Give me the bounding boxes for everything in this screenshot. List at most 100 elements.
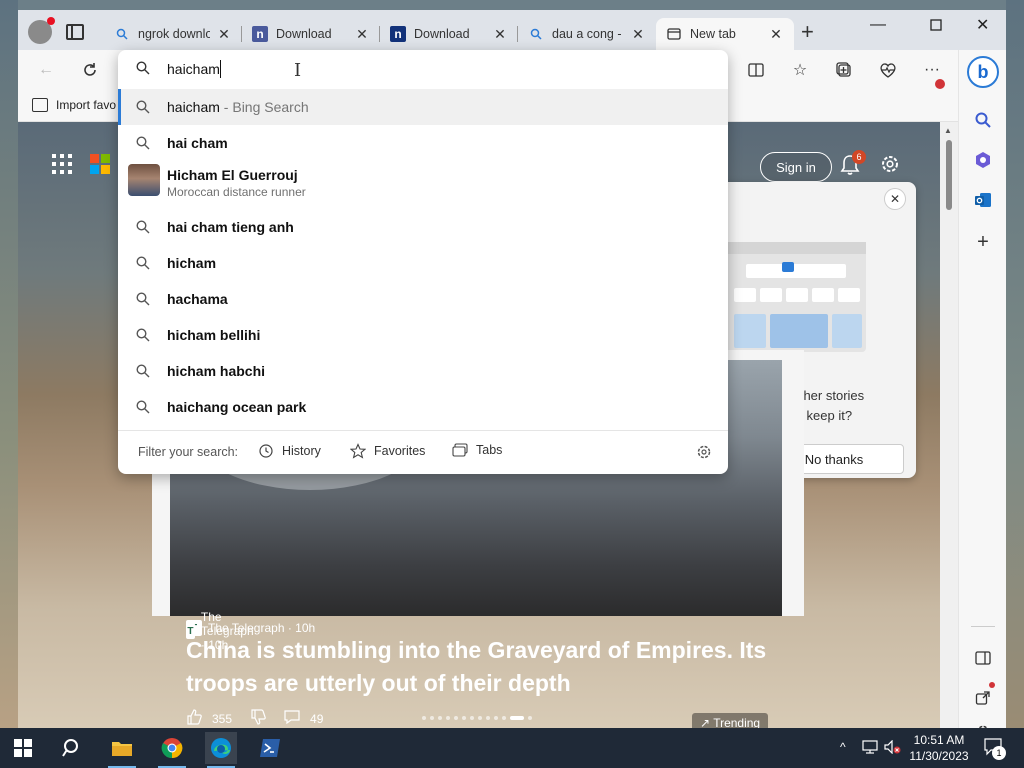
entity-avatar	[128, 164, 160, 196]
chrome-icon[interactable]	[156, 732, 188, 768]
tab-title: New tab	[690, 27, 736, 41]
new-tab-icon	[666, 26, 682, 42]
sidebar-search-icon[interactable]	[971, 108, 995, 132]
tab-close-icon[interactable]: ✕	[630, 26, 646, 43]
tab-dau-a-cong[interactable]: dau a cong - ✕	[518, 18, 656, 50]
page-scrollbar[interactable]: ▲	[940, 122, 958, 728]
tab-download-2[interactable]: n Download ✕	[380, 18, 518, 50]
add-sidebar-app-icon[interactable]: +	[971, 230, 995, 254]
suggestion-item[interactable]: hai cham tieng anh	[118, 209, 728, 245]
tab-close-icon[interactable]: ✕	[216, 26, 232, 43]
suggestion-text: hicham habchi	[167, 363, 266, 379]
favorites-icon[interactable]: ☆	[790, 60, 810, 80]
address-bar-dropdown: haicham I haicham - Bing Search hai cham…	[118, 50, 728, 474]
article-headline[interactable]: China is stumbling into the Graveyard of…	[186, 634, 776, 700]
copilot-icon[interactable]	[971, 148, 995, 172]
search-icon	[136, 400, 150, 419]
tab-title: Download	[276, 27, 332, 41]
suggestion-subtitle: Moroccan distance runner	[167, 185, 306, 199]
app-launcher-icon[interactable]	[52, 154, 72, 174]
suggestion-item[interactable]: hai cham	[118, 125, 728, 161]
feed-illustration-image	[726, 242, 866, 352]
search-icon	[528, 26, 544, 42]
tab-download-1[interactable]: n Download ✕	[242, 18, 380, 50]
carousel-dots[interactable]	[422, 716, 532, 720]
like-count: 355	[212, 711, 233, 726]
comment-count: 49	[310, 711, 324, 726]
new-tab-button[interactable]: +	[801, 21, 814, 43]
microsoft-logo-icon	[90, 154, 110, 174]
scrollbar-thumb[interactable]	[946, 140, 952, 210]
desktop-wallpaper-right	[1006, 0, 1024, 728]
split-screen-icon[interactable]	[746, 60, 766, 80]
filter-tabs-button[interactable]: Tabs	[452, 443, 502, 457]
text-cursor-icon: I	[294, 60, 302, 81]
action-center-badge: 1	[992, 746, 1006, 760]
refresh-icon[interactable]	[80, 60, 100, 80]
tab-title: ngrok downlo	[138, 27, 210, 41]
taskbar-search-icon[interactable]	[56, 732, 88, 764]
suggestion-entity[interactable]: Hicham El Guerrouj Moroccan distance run…	[118, 161, 728, 205]
search-icon	[136, 220, 150, 239]
desktop-wallpaper-left	[0, 0, 18, 728]
tabs-icon	[452, 443, 468, 457]
windows-start-icon[interactable]	[14, 739, 32, 757]
file-explorer-icon[interactable]	[106, 732, 138, 768]
volume-muted-icon[interactable]	[884, 739, 902, 757]
edge-icon[interactable]	[205, 732, 237, 768]
hide-sidebar-icon[interactable]	[971, 646, 995, 670]
profile-icon[interactable]	[28, 17, 55, 44]
tab-ngrok[interactable]: ngrok downlo ✕	[104, 18, 242, 50]
article-reactions: 355 49	[186, 709, 323, 728]
suggestion-item[interactable]: haicham - Bing Search	[118, 89, 728, 125]
minimize-icon[interactable]: —	[870, 16, 886, 34]
suggestion-text: Hicham El Guerrouj	[167, 167, 298, 183]
suggestion-text: hai cham tieng anh	[167, 219, 294, 235]
search-icon	[114, 26, 130, 42]
sign-in-button[interactable]: Sign in	[760, 152, 832, 182]
powershell-icon[interactable]	[254, 732, 286, 764]
suggestion-item[interactable]: hicham	[118, 245, 728, 281]
external-link-icon[interactable]	[971, 686, 995, 710]
maximize-icon[interactable]	[930, 18, 942, 36]
show-hidden-icons[interactable]: ^	[840, 740, 846, 754]
tab-close-icon[interactable]: ✕	[492, 26, 508, 43]
thumbs-up-icon[interactable]	[186, 709, 202, 728]
comment-icon[interactable]	[284, 710, 300, 727]
filter-history-button[interactable]: History	[258, 443, 321, 459]
scroll-up-icon[interactable]: ▲	[944, 126, 952, 135]
suggestion-item[interactable]: hachama	[118, 281, 728, 317]
back-icon[interactable]: ←	[36, 60, 56, 80]
tab-actions-icon[interactable]	[66, 24, 84, 40]
address-bar[interactable]: haicham I	[118, 50, 728, 88]
tab-close-icon[interactable]: ✕	[768, 26, 784, 43]
clock-time: 10:51 AM	[913, 733, 965, 747]
suggestion-item[interactable]: haichang ocean park	[118, 389, 728, 425]
sidebar-settings-icon[interactable]	[971, 720, 995, 728]
system-clock[interactable]: 10:51 AM 11/30/2023	[904, 732, 974, 764]
history-icon	[259, 444, 273, 458]
popup-close-icon[interactable]: ✕	[884, 188, 906, 210]
network-icon[interactable]	[862, 740, 878, 757]
suggestion-text: haichang ocean park	[167, 399, 307, 415]
suggestion-item[interactable]: hicham bellihi	[118, 317, 728, 353]
n-logo-icon: n	[252, 26, 268, 42]
browser-essentials-icon[interactable]	[878, 60, 898, 80]
tab-title: dau a cong -	[552, 27, 622, 41]
search-icon	[136, 364, 150, 383]
collections-icon[interactable]	[834, 60, 854, 80]
tab-close-icon[interactable]: ✕	[354, 26, 370, 43]
thumbs-down-icon[interactable]	[250, 709, 266, 728]
filter-favorites-button[interactable]: Favorites	[350, 443, 425, 459]
tab-new-tab[interactable]: New tab ✕	[656, 18, 794, 50]
bing-chat-icon[interactable]: b	[967, 56, 999, 88]
page-settings-icon[interactable]	[880, 154, 900, 180]
suggestion-item[interactable]: hicham habchi	[118, 353, 728, 389]
import-favorites-link[interactable]: Import favo	[56, 98, 116, 112]
outlook-icon[interactable]	[971, 188, 995, 212]
more-menu-icon[interactable]: ···	[922, 60, 942, 80]
address-bar-input[interactable]: haicham	[167, 61, 220, 77]
tab-title: Download	[414, 27, 470, 41]
close-window-icon[interactable]: ✕	[976, 15, 989, 35]
search-settings-icon[interactable]	[696, 444, 712, 463]
